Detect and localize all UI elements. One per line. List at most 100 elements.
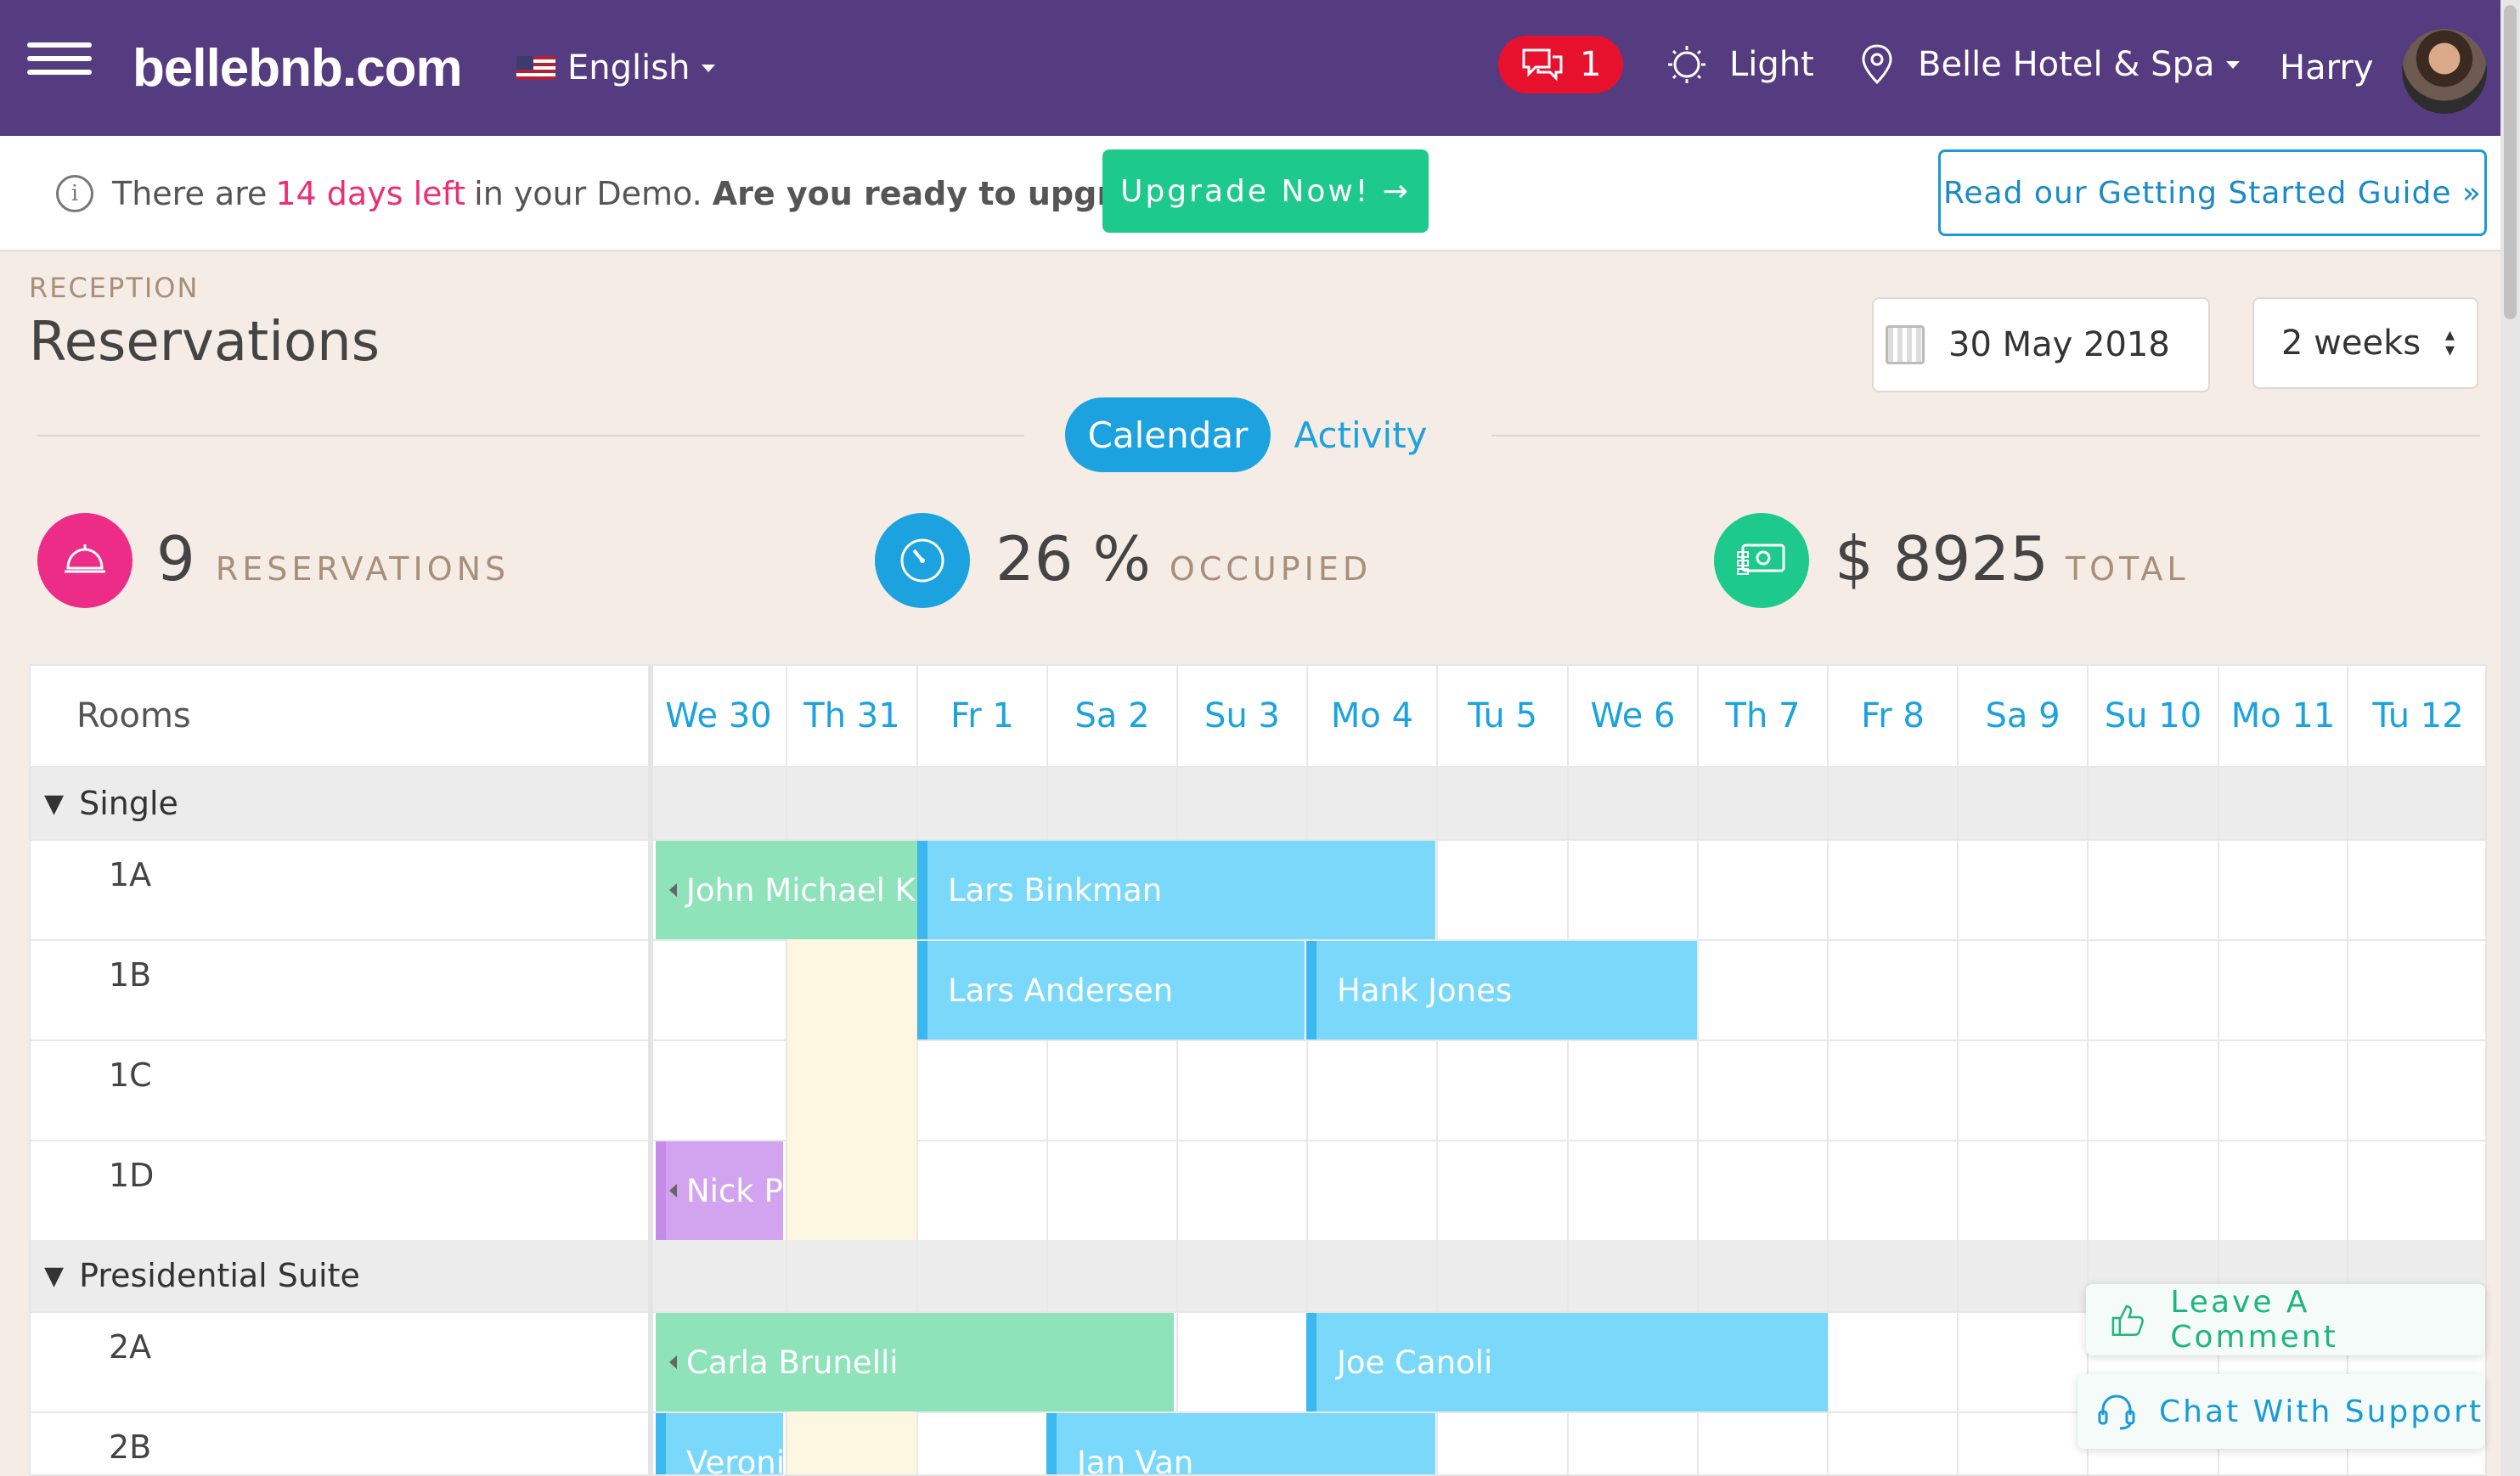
chevron-down-icon — [702, 64, 716, 72]
room-label: 1B — [109, 956, 152, 994]
menu-icon[interactable] — [27, 34, 92, 83]
day-header[interactable]: Th 7 — [1698, 666, 1828, 766]
guest-name: Lars Andersen — [948, 972, 1174, 1009]
continues-left-icon — [669, 1184, 677, 1197]
reservation-start-marker — [656, 1141, 666, 1240]
today-highlight — [786, 1039, 917, 1140]
reservation-block[interactable]: Hank Jones — [1306, 941, 1697, 1039]
day-header[interactable]: Th 31 — [786, 666, 917, 766]
property-label: Belle Hotel & Spa — [1918, 45, 2215, 84]
day-header[interactable]: Su 10 — [2088, 666, 2218, 766]
breadcrumb[interactable]: RECEPTION — [29, 272, 199, 304]
room-group-row — [31, 768, 2485, 839]
messages-button[interactable]: 1 — [1498, 36, 1624, 93]
day-header[interactable]: We 30 — [651, 666, 786, 766]
room-group-name: Presidential Suite — [79, 1257, 360, 1294]
room-group-toggle[interactable]: ▼ Single — [44, 768, 178, 839]
reservation-block[interactable]: Jan Van — [1046, 1413, 1435, 1474]
guest-name: Hank Jones — [1337, 972, 1513, 1009]
demo-text-after: in your Demo. — [474, 175, 702, 212]
demo-message: i There are 14 days left in your Demo. A… — [56, 170, 1198, 217]
user-name[interactable]: Harry — [2280, 42, 2373, 93]
thumbs-up-icon — [2111, 1304, 2144, 1336]
avatar[interactable] — [2402, 29, 2487, 114]
theme-toggle[interactable]: Light — [1666, 39, 1814, 90]
tab-activity[interactable]: Activity — [1286, 397, 1435, 472]
getting-started-guide-button[interactable]: Read our Getting Started Guide » — [1938, 149, 2487, 236]
demo-days-left: 14 days left — [275, 175, 466, 212]
theme-label: Light — [1729, 45, 1814, 84]
chat-support-button[interactable]: Chat With Support — [2077, 1374, 2485, 1449]
collapse-triangle-icon: ▼ — [44, 788, 65, 819]
day-header[interactable]: Tu 12 — [2348, 666, 2485, 766]
range-select[interactable]: 2 weeks ▴ ▾ — [2252, 297, 2478, 389]
reservation-start-marker — [1306, 1313, 1316, 1411]
reservation-block[interactable]: Lars Andersen — [917, 941, 1305, 1039]
today-highlight — [786, 939, 917, 1039]
day-header[interactable]: Mo 11 — [2218, 666, 2348, 766]
reservation-start-marker — [656, 841, 666, 939]
reservation-start-marker — [656, 1413, 666, 1474]
room-label: 1D — [109, 1157, 155, 1194]
headset-icon — [2098, 1394, 2135, 1430]
language-selector[interactable]: English — [516, 42, 716, 93]
day-header[interactable]: Tu 5 — [1437, 666, 1568, 766]
guest-name: Joe Canoli — [1337, 1344, 1493, 1381]
chat-support-label: Chat With Support — [2159, 1394, 2484, 1429]
scrollbar-thumb[interactable] — [2504, 5, 2517, 319]
upgrade-now-button[interactable]: Upgrade Now! → — [1102, 149, 1429, 233]
reservation-block[interactable]: Lars Binkman — [917, 841, 1435, 939]
reservations-count: 9 — [156, 523, 195, 594]
leave-comment-button[interactable]: Leave A Comment — [2086, 1284, 2485, 1355]
property-selector[interactable]: Belle Hotel & Spa — [1860, 37, 2241, 92]
divider-left — [37, 435, 1024, 437]
messages-count: 1 — [1580, 45, 1602, 84]
occupied-value: 26 % — [995, 523, 1151, 594]
page-scrollbar[interactable] — [2500, 0, 2520, 1476]
row-divider — [31, 1140, 2485, 1141]
reservation-start-marker — [656, 1313, 666, 1411]
room-group-toggle[interactable]: ▼ Presidential Suite — [44, 1240, 360, 1311]
day-header[interactable]: Su 3 — [1177, 666, 1307, 766]
reservation-block[interactable]: Veroni — [656, 1413, 783, 1476]
room-label: 2B — [109, 1428, 152, 1466]
guest-name: Veroni — [686, 1444, 783, 1476]
reservation-block[interactable]: Carla Brunelli — [656, 1313, 1174, 1411]
reservation-start-marker — [1306, 941, 1316, 1039]
column-divider — [1957, 666, 1959, 1474]
gauge-icon — [875, 513, 970, 608]
logo[interactable]: bellebnb.com — [132, 37, 463, 99]
today-highlight — [786, 1140, 917, 1240]
chevron-down-icon — [2226, 60, 2241, 69]
reservation-block[interactable]: Nick P — [656, 1141, 783, 1240]
range-value: 2 weeks — [2281, 324, 2421, 363]
demo-banner: i There are 14 days left in your Demo. A… — [0, 136, 2520, 251]
column-divider — [648, 666, 653, 1474]
day-header[interactable]: Fr 8 — [1828, 666, 1958, 766]
tab-calendar[interactable]: Calendar — [1065, 397, 1271, 472]
guest-name: Carla Brunelli — [686, 1344, 899, 1381]
chat-bubbles-icon — [1522, 48, 1563, 82]
page-title: Reservations — [29, 311, 381, 374]
collapse-triangle-icon: ▼ — [44, 1260, 65, 1291]
reservation-block[interactable]: John Michael K — [656, 841, 917, 939]
room-label: 2A — [109, 1328, 152, 1366]
reservations-label: RESERVATIONS — [215, 550, 510, 588]
day-header[interactable]: Fr 1 — [917, 666, 1047, 766]
day-header[interactable]: Mo 4 — [1307, 666, 1437, 766]
date-picker[interactable]: 30 May 2018 — [1872, 297, 2210, 392]
day-header[interactable]: Sa 2 — [1047, 666, 1177, 766]
column-divider — [2087, 666, 2089, 1474]
total-label: TOTAL — [2065, 550, 2190, 588]
us-flag-icon — [516, 56, 555, 80]
continues-left-icon — [669, 883, 677, 897]
today-highlight — [786, 1411, 917, 1474]
reservation-block[interactable]: Joe Canoli — [1306, 1313, 1828, 1411]
day-header[interactable]: We 6 — [1568, 666, 1698, 766]
room-label: 1A — [109, 856, 152, 893]
language-label: English — [567, 48, 691, 87]
map-pin-icon — [1862, 44, 1892, 85]
day-header[interactable]: Sa 9 — [1958, 666, 2088, 766]
guest-name: John Michael K — [686, 871, 916, 909]
calendar-icon — [1886, 325, 1925, 364]
